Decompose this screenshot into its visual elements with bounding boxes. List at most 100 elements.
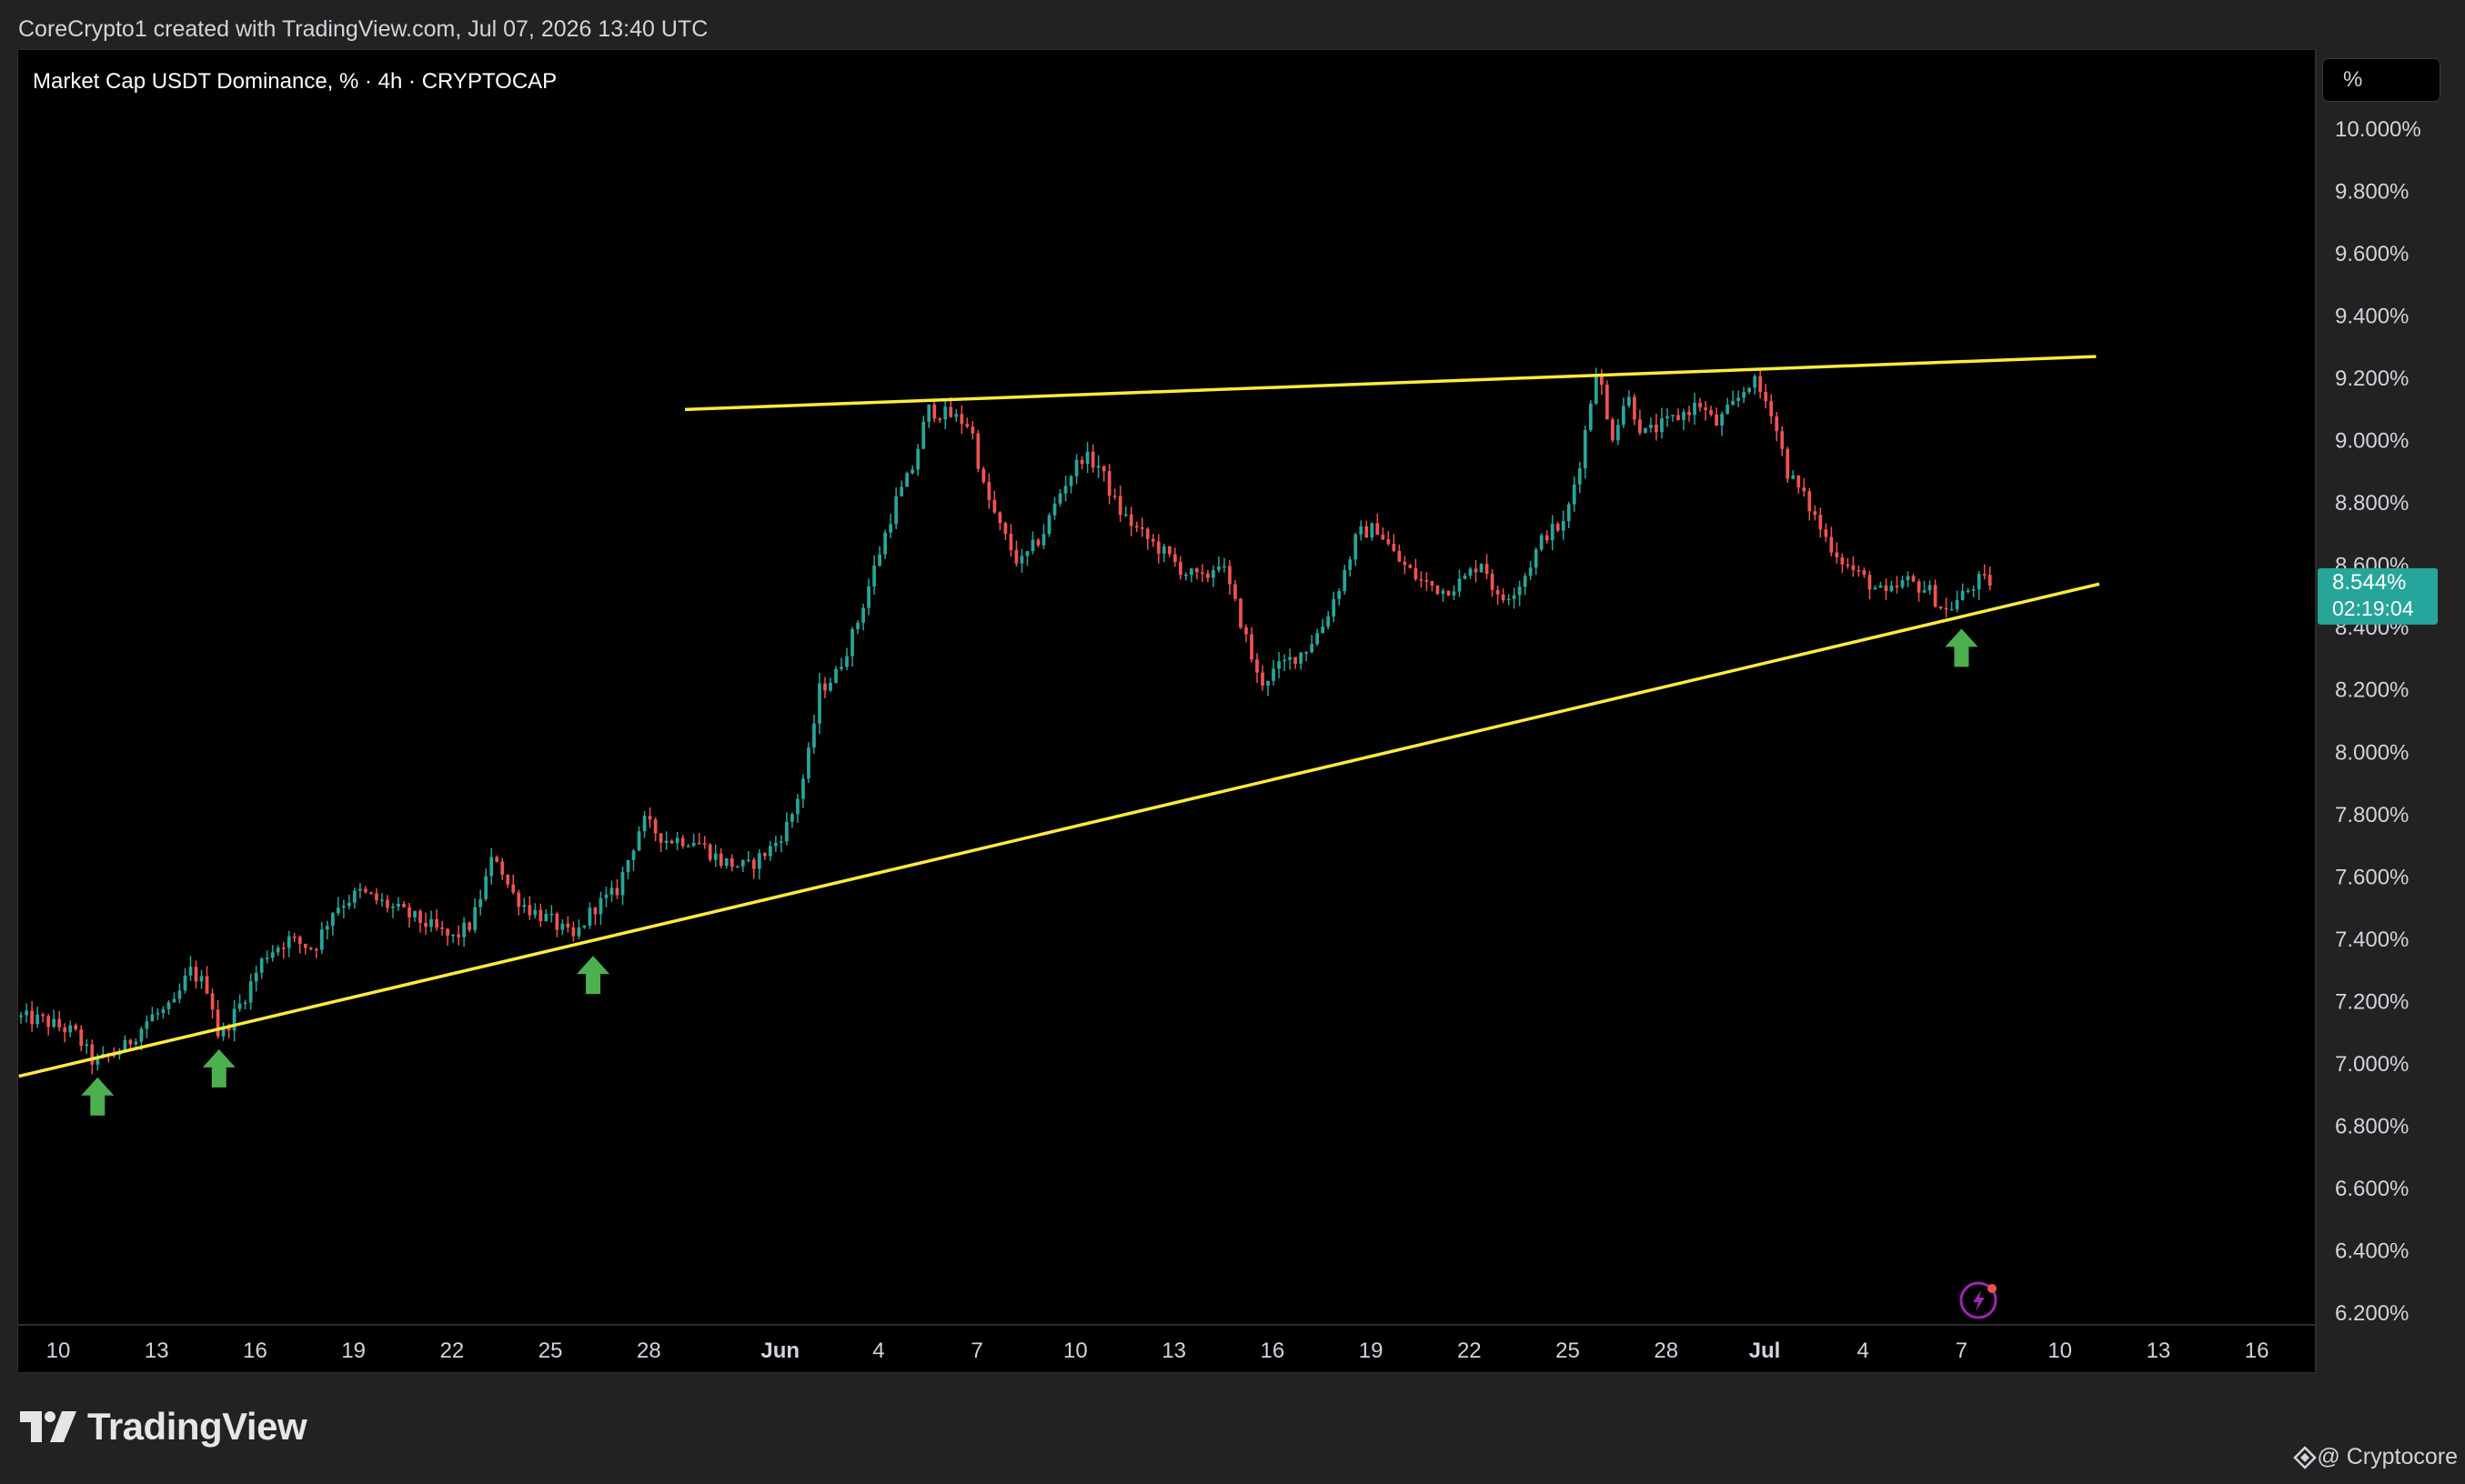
price-axis[interactable]: 10.000% 9.800% 9.600% 9.400% 9.200% 9.000% 8.8… <box>2335 117 2421 1326</box>
candle <box>347 895 351 910</box>
candle <box>1846 557 1850 569</box>
candle <box>375 887 378 905</box>
candle <box>1758 368 1763 399</box>
y-tick-label: 7.000% <box>2335 1052 2409 1077</box>
candle <box>1490 569 1494 597</box>
candle <box>1693 392 1696 426</box>
candle <box>883 529 888 559</box>
candle <box>987 473 991 509</box>
candle <box>1594 367 1598 406</box>
candle <box>1244 624 1248 643</box>
candle <box>319 921 324 954</box>
candle <box>790 812 794 828</box>
candle <box>1512 587 1516 609</box>
candle <box>812 714 816 754</box>
candle <box>1468 567 1473 579</box>
candle <box>659 833 663 852</box>
candle <box>1381 526 1385 540</box>
candle <box>314 948 318 958</box>
credit-text: @ Cryptocore <box>2317 1444 2458 1469</box>
x-tick-label: 16 <box>1260 1339 1284 1363</box>
tradingview-logo-icon <box>20 1411 76 1442</box>
candle <box>216 1000 220 1039</box>
y-tick-label: 7.800% <box>2335 803 2409 827</box>
lightning-icon[interactable] <box>1959 1281 1997 1319</box>
candle <box>729 854 734 872</box>
candle <box>1949 601 1954 611</box>
candle <box>642 811 647 838</box>
candle <box>697 832 701 845</box>
candle <box>1239 597 1243 629</box>
candle <box>1206 569 1210 583</box>
candle <box>626 859 630 879</box>
candle <box>889 513 893 538</box>
candlestick-chart[interactable]: 10.000% 9.800% 9.600% 9.400% 9.200% 9.000% 8.8… <box>0 0 2465 1484</box>
candle <box>664 831 669 850</box>
candle <box>1655 414 1658 441</box>
candle <box>1364 520 1369 538</box>
candle <box>342 899 346 918</box>
candle <box>156 1008 160 1020</box>
candle <box>1726 397 1729 415</box>
candle <box>1392 534 1396 553</box>
candle <box>1665 407 1669 427</box>
candle <box>1047 513 1051 537</box>
candle <box>954 408 959 422</box>
candle <box>785 812 789 846</box>
candle <box>960 405 964 435</box>
y-tick-label: 6.400% <box>2335 1238 2409 1263</box>
candle <box>1599 368 1604 396</box>
candle <box>52 1009 56 1028</box>
candle <box>850 627 854 667</box>
candle <box>1250 627 1253 663</box>
candle <box>708 843 712 862</box>
tradingview-logo[interactable]: TradingView <box>20 1405 307 1449</box>
candle <box>183 968 187 994</box>
candle <box>297 935 302 954</box>
candle <box>1315 628 1320 647</box>
candle <box>1112 488 1117 500</box>
x-tick-label: 19 <box>341 1339 366 1363</box>
candle <box>872 555 876 596</box>
candle <box>1397 544 1402 562</box>
candle <box>1353 532 1358 567</box>
candle <box>1791 470 1796 479</box>
candle <box>1588 400 1593 432</box>
x-tick-label: 4 <box>1857 1339 1869 1363</box>
candle <box>1731 390 1735 406</box>
candle <box>735 865 740 868</box>
candle <box>637 826 641 852</box>
candle <box>517 889 521 916</box>
candle <box>549 905 554 923</box>
x-tick-label: 10 <box>1063 1339 1088 1363</box>
candle <box>1178 556 1182 580</box>
x-tick-label: 16 <box>2245 1339 2269 1363</box>
candle <box>1299 652 1303 670</box>
candle <box>878 546 881 567</box>
candle <box>582 925 587 929</box>
trendline-resistance[interactable] <box>685 355 2097 412</box>
candle <box>150 1007 155 1022</box>
candle <box>691 833 696 847</box>
candle <box>867 578 870 616</box>
trendline-support[interactable] <box>18 582 2100 1078</box>
candle <box>1884 578 1888 600</box>
candle <box>177 983 182 1004</box>
candle <box>1813 505 1817 521</box>
candle <box>1140 517 1144 537</box>
candle <box>1856 565 1861 577</box>
candle <box>533 903 538 919</box>
candle <box>522 897 527 914</box>
candle <box>478 889 483 916</box>
candle <box>1960 583 1965 601</box>
candle <box>1742 386 1746 404</box>
candle <box>237 994 242 1013</box>
y-tick-label: 10.000% <box>2335 117 2421 142</box>
candle <box>675 831 679 851</box>
candle <box>1775 411 1779 442</box>
candle <box>1987 567 1992 591</box>
candle <box>1889 580 1894 593</box>
time-axis[interactable]: 10 13 16 19 22 25 28 Jun 4 7 10 13 16 19 22 25 28 Jul 4 7 10… <box>46 1339 2269 1363</box>
candle <box>1495 585 1500 606</box>
candle <box>845 647 849 671</box>
